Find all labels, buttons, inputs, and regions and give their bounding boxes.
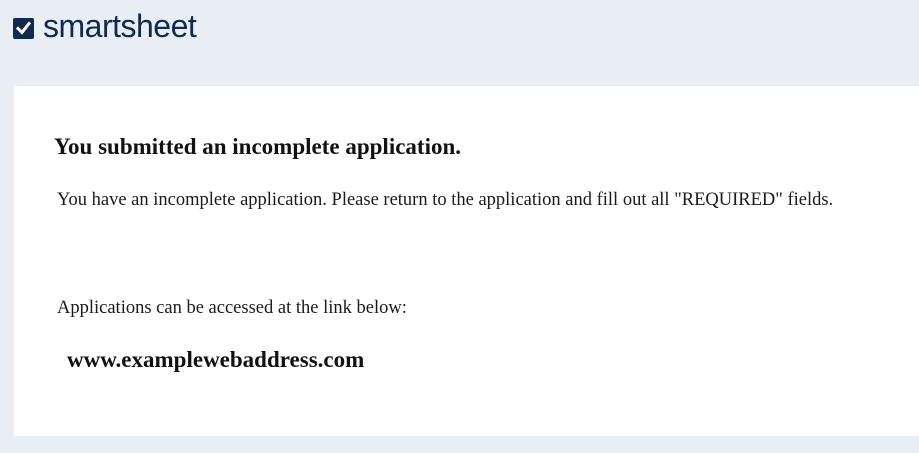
- smartsheet-logo: smartsheet: [13, 6, 197, 46]
- email-frame: smartsheet You submitted an incomplete a…: [0, 0, 919, 453]
- application-link[interactable]: www.examplewebaddress.com: [67, 345, 364, 375]
- check-box-icon: [13, 17, 34, 39]
- header: smartsheet: [0, 0, 919, 86]
- access-instructions: Applications can be accessed at the link…: [57, 298, 407, 318]
- brand-name: smartsheet: [43, 8, 197, 44]
- message-body: You have an incomplete application. Plea…: [57, 190, 834, 210]
- message-card: You submitted an incomplete application.…: [14, 86, 919, 436]
- message-title: You submitted an incomplete application.: [54, 134, 462, 159]
